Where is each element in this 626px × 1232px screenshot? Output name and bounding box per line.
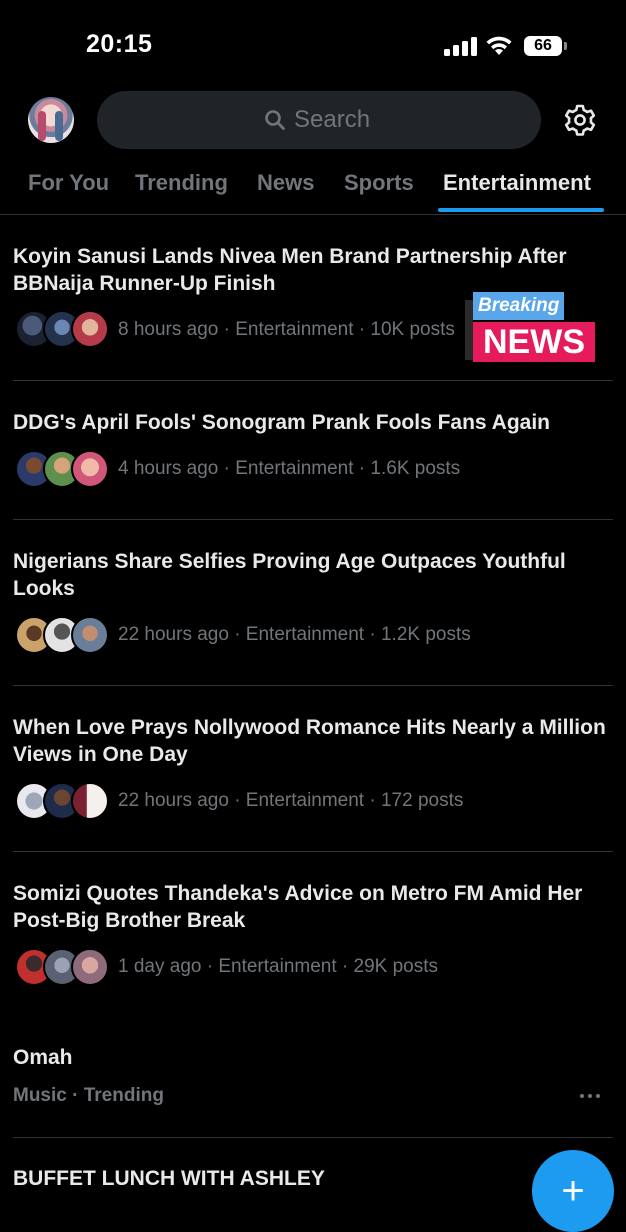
tab-entertainment[interactable]: Entertainment (443, 170, 591, 196)
story-meta: 1 day ago · Entertainment · 29K posts (118, 956, 439, 977)
story-meta: 4 hours ago · Entertainment · 1.6K posts (118, 458, 461, 479)
divider (13, 685, 613, 686)
tab-sports[interactable]: Sports (344, 170, 414, 196)
active-tab-indicator (438, 208, 604, 212)
story-avatar-stack (15, 616, 109, 654)
profile-avatar[interactable] (28, 97, 74, 143)
news-label: NEWS (473, 322, 595, 362)
breaking-news-badge: Breaking NEWS (465, 292, 603, 362)
tab-trending[interactable]: Trending (135, 170, 228, 196)
divider (13, 519, 613, 520)
status-time: 20:15 (86, 30, 153, 58)
search-bar[interactable] (97, 91, 541, 149)
story-avatar (71, 948, 109, 986)
cellular-signal-icon (444, 36, 478, 56)
story-avatar-stack (15, 782, 109, 820)
story-title[interactable]: When Love Prays Nollywood Romance Hits N… (13, 714, 609, 768)
story-meta: 8 hours ago · Entertainment · 10K posts (118, 319, 455, 340)
story-avatar (71, 782, 109, 820)
story-avatar (71, 450, 109, 488)
divider (13, 1137, 613, 1138)
story-avatar-stack (15, 310, 109, 348)
story-title[interactable]: Nigerians Share Selfies Proving Age Outp… (13, 548, 609, 602)
more-options-icon[interactable] (578, 1086, 602, 1106)
story-title[interactable]: DDG's April Fools' Sonogram Prank Fools … (13, 409, 609, 436)
settings-gear-icon[interactable] (562, 102, 598, 138)
story-title[interactable]: Koyin Sanusi Lands Nivea Men Brand Partn… (13, 243, 609, 297)
trend-title[interactable]: Omah (13, 1046, 73, 1070)
status-bar: 20:15 66 (0, 0, 626, 92)
tab-news[interactable]: News (257, 170, 314, 196)
compose-post-button[interactable]: + (532, 1150, 614, 1232)
story-avatar (71, 616, 109, 654)
story-meta: 22 hours ago · Entertainment · 1.2K post… (118, 624, 471, 645)
explore-tabs: For You Trending News Sports Entertainme… (0, 164, 626, 215)
search-icon (265, 110, 285, 130)
wifi-icon (486, 36, 512, 55)
divider (13, 380, 613, 381)
battery-tip (564, 42, 567, 50)
story-meta: 22 hours ago · Entertainment · 172 posts (118, 790, 464, 811)
story-title[interactable]: Somizi Quotes Thandeka's Advice on Metro… (13, 880, 609, 934)
badge-shadow (465, 300, 473, 360)
battery-indicator: 66 (524, 36, 562, 56)
search-input[interactable] (294, 106, 374, 134)
trend-title[interactable]: BUFFET LUNCH WITH ASHLEY (13, 1167, 325, 1191)
divider (13, 851, 613, 852)
trend-meta: Music · Trending (13, 1085, 164, 1106)
story-avatar (71, 310, 109, 348)
story-avatar-stack (15, 948, 109, 986)
tab-for-you[interactable]: For You (28, 170, 109, 196)
story-avatar-stack (15, 450, 109, 488)
breaking-label: Breaking (473, 292, 565, 320)
